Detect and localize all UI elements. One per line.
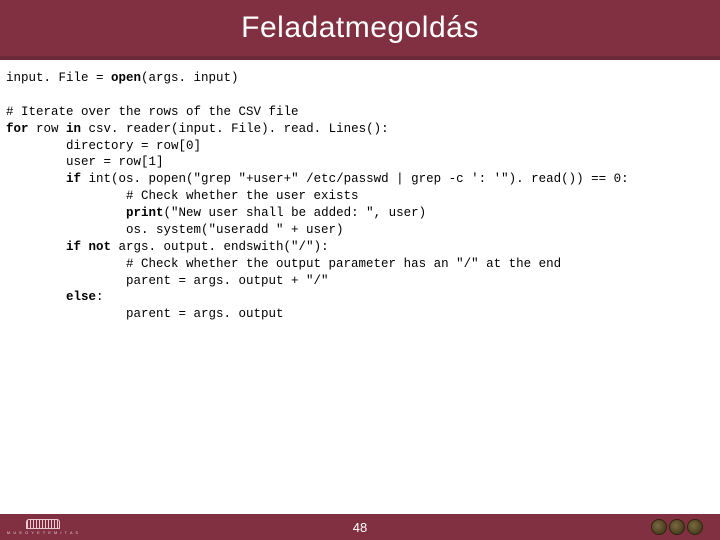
seal-icon: [651, 519, 667, 535]
code-line: user = row[1]: [6, 155, 164, 169]
code-line: os. system("useradd " + user): [6, 223, 344, 237]
slide-footer: M U E G Y E T E M I T A S 48: [0, 514, 720, 540]
code-line: # Iterate over the rows of the CSV file: [6, 105, 299, 119]
university-logo: M U E G Y E T E M I T A S: [5, 517, 81, 537]
code-line: else:: [6, 290, 104, 304]
footer-logo-left: M U E G Y E T E M I T A S: [0, 514, 86, 540]
code-block: input. File = open(args. input) # Iterat…: [0, 60, 720, 323]
code-line: if not args. output. endswith("/"):: [6, 240, 329, 254]
code-line: print("New user shall be added: ", user): [6, 206, 426, 220]
building-icon: [26, 519, 60, 529]
code-line: for row in csv. reader(input. File). rea…: [6, 122, 389, 136]
seal-icon: [669, 519, 685, 535]
seal-icon: [687, 519, 703, 535]
code-line: parent = args. output: [6, 307, 284, 321]
code-line: parent = args. output + "/": [6, 274, 329, 288]
code-line: input. File = open(args. input): [6, 71, 239, 85]
slide-title: Feladatmegoldás: [241, 11, 479, 45]
footer-logo-right: [634, 514, 720, 540]
logo-text: M U E G Y E T E M I T A S: [7, 530, 79, 535]
code-line: # Check whether the user exists: [6, 189, 359, 203]
code-line: # Check whether the output parameter has…: [6, 257, 561, 271]
page-number: 48: [353, 520, 367, 535]
footer-center: 48: [86, 514, 634, 540]
code-line: directory = row[0]: [6, 139, 201, 153]
code-line: if int(os. popen("grep "+user+" /etc/pas…: [6, 172, 629, 186]
slide-header: Feladatmegoldás: [0, 0, 720, 60]
